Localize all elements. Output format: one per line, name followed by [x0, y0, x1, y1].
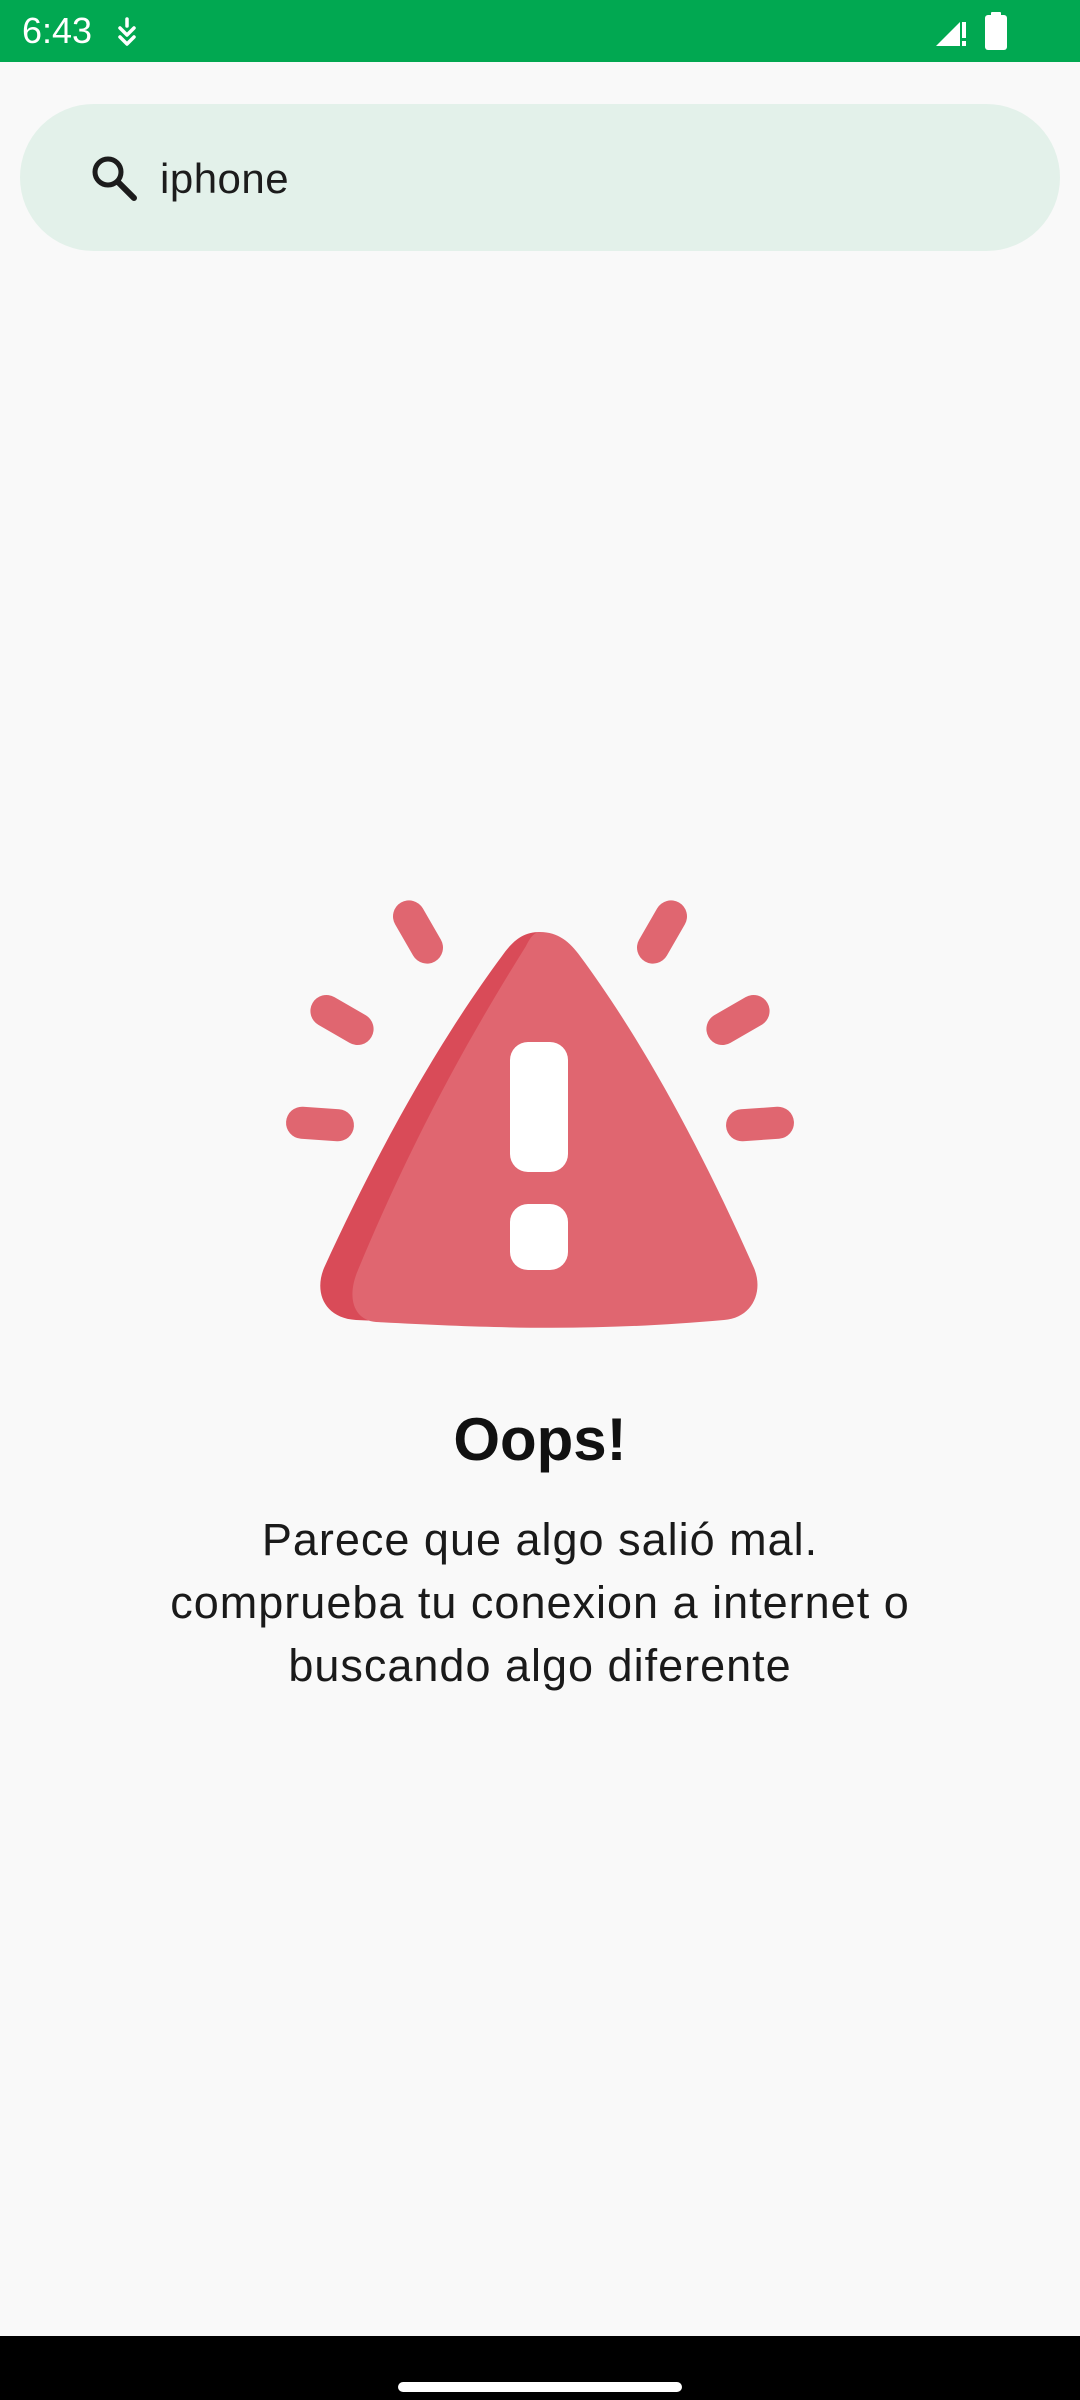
error-message: Parece que algo salió mal. comprueba tu … — [170, 1514, 910, 1691]
screen: 6:43 iphone Oops! Parece que algo salió … — [0, 0, 1080, 2400]
home-indicator[interactable] — [398, 2382, 682, 2392]
battery-icon — [985, 12, 1007, 50]
search-icon[interactable] — [88, 152, 140, 204]
warning-triangle-icon — [286, 900, 794, 1328]
error-title: Oops! — [453, 1406, 627, 1473]
status-bar: 6:43 — [0, 0, 1080, 62]
search-bar[interactable] — [20, 104, 1060, 251]
signal-icon — [936, 22, 966, 46]
navigation-bar — [0, 2336, 1080, 2400]
notification-icon — [118, 17, 136, 46]
search-input[interactable] — [158, 140, 1022, 218]
status-time: 6:43 — [22, 10, 93, 51]
